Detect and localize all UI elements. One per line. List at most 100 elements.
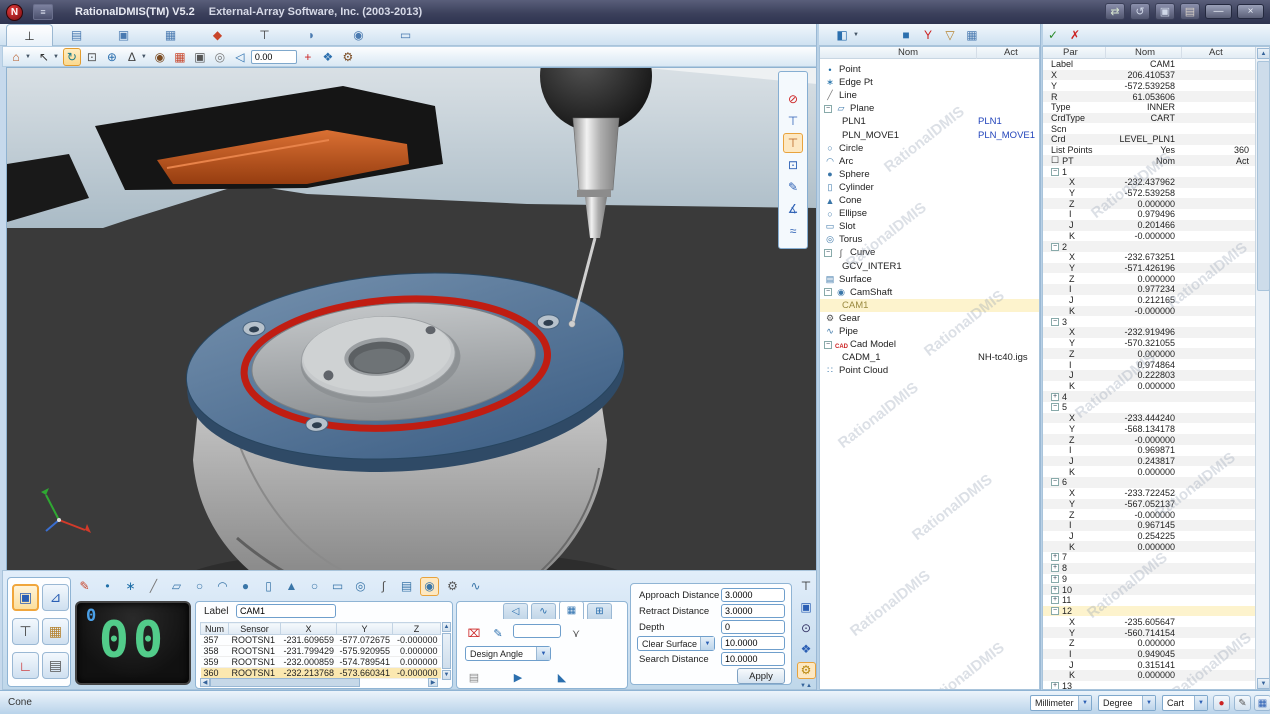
prop-row-z[interactable]: Z0.000000 bbox=[1043, 198, 1255, 209]
ribbon-tab-comment[interactable]: ◗ bbox=[288, 24, 335, 46]
prop-row-j[interactable]: J0.212165 bbox=[1043, 295, 1255, 306]
prop-row-y[interactable]: Y-571.426196 bbox=[1043, 263, 1255, 274]
prop-row-i[interactable]: I0.974864 bbox=[1043, 359, 1255, 370]
cnc-mode-button[interactable]: Δ bbox=[123, 48, 141, 66]
tree-item-curve[interactable]: −∫Curve bbox=[820, 246, 1039, 259]
angle-value-input[interactable] bbox=[513, 624, 561, 638]
prop-row-y[interactable]: Y-572.539258 bbox=[1043, 80, 1255, 91]
annotate-button[interactable]: ✎ bbox=[1234, 695, 1251, 711]
point-group-row-1[interactable]: −1 bbox=[1043, 166, 1255, 177]
clear-surface-dropdown[interactable]: Clear Surface▼ bbox=[637, 636, 715, 651]
prop-row-k[interactable]: K-0.000000 bbox=[1043, 231, 1255, 242]
clipboard-button[interactable]: ▤ bbox=[465, 668, 483, 686]
expand-toggle-icon[interactable]: − bbox=[824, 341, 832, 349]
probe-scan-button[interactable]: ≈ bbox=[783, 221, 803, 241]
basket-button[interactable]: ▽ bbox=[941, 26, 959, 44]
tree-item-plane[interactable]: −▱Plane bbox=[820, 102, 1039, 115]
tree-item-camshaft[interactable]: −◉CamShaft bbox=[820, 286, 1039, 299]
point-group-row-6[interactable]: −6 bbox=[1043, 477, 1255, 488]
offset-value-input[interactable] bbox=[251, 50, 297, 64]
point-group-row-12[interactable]: −12 bbox=[1043, 606, 1255, 617]
table-row[interactable]: 358ROOTSN1-231.799429-575.9209550.000000 bbox=[201, 646, 441, 657]
chevron-down-icon[interactable]: ▼ bbox=[1078, 696, 1091, 710]
probe-tab-button[interactable]: ⊞ bbox=[587, 603, 612, 619]
tree-item-circle[interactable]: ○Circle bbox=[820, 142, 1039, 155]
gear-feature-button[interactable]: ⚙ bbox=[443, 577, 462, 596]
rotate-view-button[interactable]: ↻ bbox=[63, 48, 81, 66]
prop-row-x[interactable]: X-232.919496 bbox=[1043, 327, 1255, 338]
expand-toggle-icon[interactable]: − bbox=[824, 249, 832, 257]
table-col-y[interactable]: Y bbox=[337, 623, 393, 635]
expand-toggle-icon[interactable]: + bbox=[1051, 596, 1059, 604]
transform-button[interactable]: ↺ bbox=[1130, 3, 1150, 20]
prop-row-y[interactable]: Y-572.539258 bbox=[1043, 188, 1255, 199]
chevron-down-icon[interactable]: ▼ bbox=[700, 637, 714, 650]
probe-points-button[interactable]: ⊡ bbox=[783, 155, 803, 175]
point-group-row-3[interactable]: −3 bbox=[1043, 316, 1255, 327]
param-input-retract-distance[interactable] bbox=[721, 604, 785, 618]
prop-row-k[interactable]: K0.000000 bbox=[1043, 670, 1255, 681]
cone-feature-button[interactable]: ▲ bbox=[282, 577, 301, 596]
prop-row-y[interactable]: Y-560.714154 bbox=[1043, 627, 1255, 638]
settings-gear-button[interactable]: ⚙ bbox=[797, 662, 816, 679]
unit-dropdown-millimeter[interactable]: Millimeter▼ bbox=[1030, 695, 1092, 711]
prop-row-z[interactable]: Z-0.000000 bbox=[1043, 509, 1255, 520]
chevron-down-icon[interactable]: ▼ bbox=[141, 54, 147, 60]
cage-mode-button[interactable]: ▦ bbox=[42, 618, 69, 645]
prop-row-x[interactable]: X-233.444240 bbox=[1043, 413, 1255, 424]
home-button[interactable]: ⌂ bbox=[7, 48, 25, 66]
chevron-down-icon[interactable]: ▼ bbox=[853, 32, 859, 38]
pt-checkbox-icon[interactable]: ☐ bbox=[1051, 155, 1059, 166]
tree-item-cylinder[interactable]: ▯Cylinder bbox=[820, 181, 1039, 194]
surface-feature-button[interactable]: ▤ bbox=[397, 577, 416, 596]
tree-item-ellipse[interactable]: ○Ellipse bbox=[820, 207, 1039, 220]
prop-row-z[interactable]: Z0.000000 bbox=[1043, 638, 1255, 649]
point-group-row-2[interactable]: −2 bbox=[1043, 241, 1255, 252]
ribbon-tab-layout[interactable]: ▣ bbox=[100, 24, 147, 46]
probe-mode-button[interactable]: ⊤ bbox=[12, 618, 39, 645]
probe-position-button[interactable]: ⊕ bbox=[103, 48, 121, 66]
point-group-row-13[interactable]: +13 bbox=[1043, 681, 1255, 690]
sound-tab-button[interactable]: ◁ bbox=[503, 603, 528, 619]
prop-row-type[interactable]: TypeINNER bbox=[1043, 102, 1255, 113]
ellipse-feature-button[interactable]: ○ bbox=[305, 577, 324, 596]
expand-toggle-icon[interactable]: − bbox=[1051, 478, 1059, 486]
chevron-down-icon[interactable]: ▼ bbox=[53, 54, 59, 60]
select-cursor-button[interactable]: ↖ bbox=[35, 48, 53, 66]
prop-row-list-points[interactable]: List PointsYes360 bbox=[1043, 145, 1255, 156]
tree-item-cone[interactable]: ▲Cone bbox=[820, 194, 1039, 207]
point-group-row-11[interactable]: +11 bbox=[1043, 595, 1255, 606]
alignment-mode-button[interactable]: ⊿ bbox=[42, 584, 69, 611]
prop-row-j[interactable]: J0.243817 bbox=[1043, 456, 1255, 467]
props-scroll-thumb[interactable] bbox=[1257, 61, 1270, 291]
ribbon-tab-media[interactable]: ◉ bbox=[335, 24, 382, 46]
tree-item-torus[interactable]: ◎Torus bbox=[820, 233, 1039, 246]
camshaft-feature-button[interactable]: ◉ bbox=[420, 577, 439, 596]
probe-move-button[interactable]: ❖ bbox=[319, 48, 337, 66]
display-mode-button[interactable]: ▦ bbox=[1254, 695, 1270, 711]
probe-active-button[interactable]: ⊤ bbox=[783, 133, 803, 153]
param-input-clear-surface[interactable] bbox=[721, 636, 785, 650]
probe-dark-button[interactable]: ⊤ bbox=[797, 577, 816, 594]
line-feature-button[interactable]: ╱ bbox=[144, 577, 163, 596]
ribbon-tab-output[interactable]: ▦ bbox=[147, 24, 194, 46]
expand-toggle-icon[interactable]: + bbox=[1051, 682, 1059, 690]
curve-feature-button[interactable]: ∫ bbox=[374, 577, 393, 596]
prop-row-j[interactable]: J0.254225 bbox=[1043, 531, 1255, 542]
prop-row-i[interactable]: I0.967145 bbox=[1043, 520, 1255, 531]
view-options-button[interactable]: ◉ bbox=[151, 48, 169, 66]
prop-row-i[interactable]: I0.949045 bbox=[1043, 649, 1255, 660]
torus-feature-button[interactable]: ◎ bbox=[351, 577, 370, 596]
slot-feature-button[interactable]: ▭ bbox=[328, 577, 347, 596]
ribbon-tab-report[interactable]: ▤ bbox=[53, 24, 100, 46]
expand-toggle-icon[interactable]: − bbox=[1051, 403, 1059, 411]
feature-cube-button[interactable]: ■ bbox=[897, 26, 915, 44]
cube-click-button[interactable]: ❖ bbox=[797, 641, 816, 658]
label-input[interactable] bbox=[236, 604, 336, 618]
tree-item-sphere[interactable]: ●Sphere bbox=[820, 168, 1039, 181]
table-row[interactable]: 359ROOTSN1-232.000859-574.7895410.000000 bbox=[201, 657, 441, 668]
tree-item-pln1[interactable]: PLN1PLN1 bbox=[820, 115, 1039, 128]
link-button[interactable]: ⇄ bbox=[1105, 3, 1125, 20]
gear-group-button[interactable]: ⚙ bbox=[339, 48, 357, 66]
prop-row-crd[interactable]: CrdLEVEL_PLN1 bbox=[1043, 134, 1255, 145]
